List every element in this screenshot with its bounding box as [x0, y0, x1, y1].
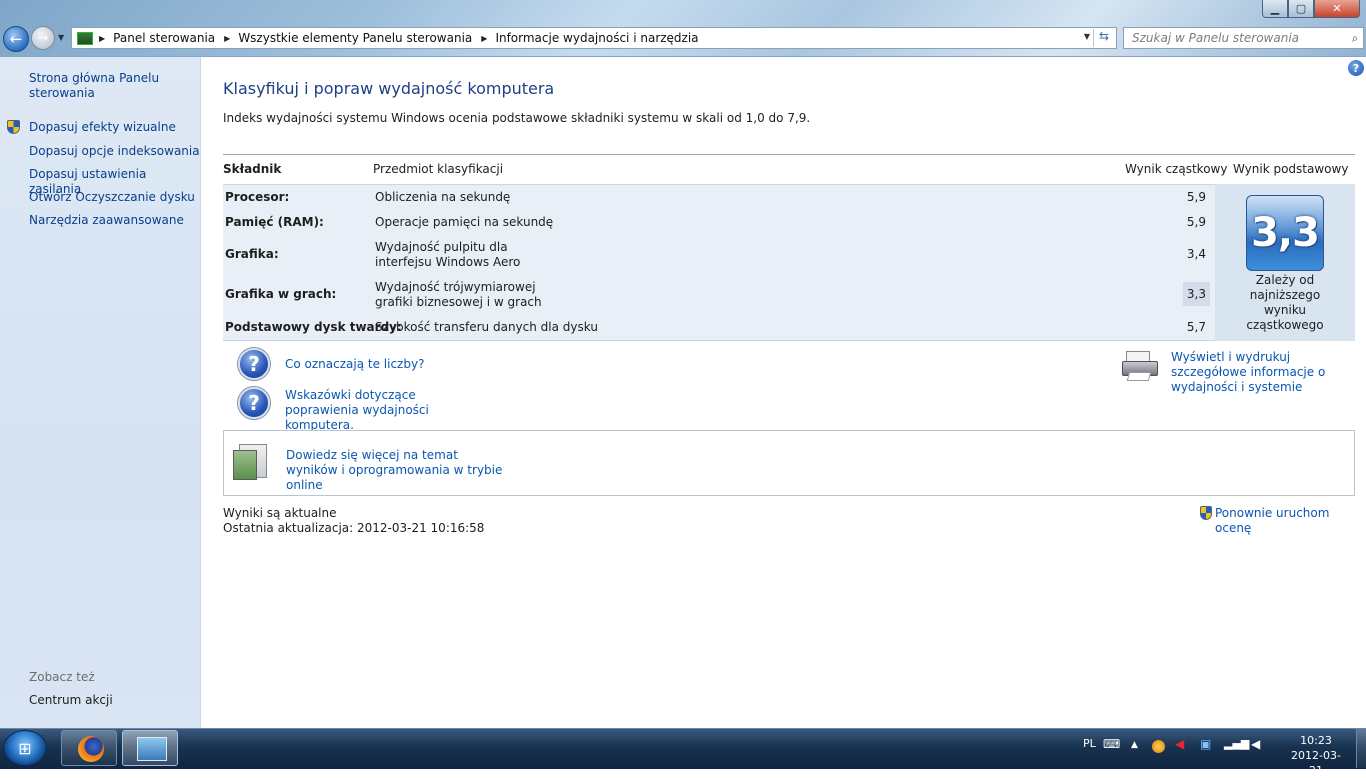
minimize-icon: ▁ [1270, 2, 1280, 15]
breadcrumb-item[interactable]: Wszystkie elementy Panelu sterowania [238, 31, 472, 45]
column-header-base: Wynik podstawowy [1233, 162, 1349, 176]
table-row-label: Grafika: [225, 247, 279, 261]
sidebar-item-advanced-tools[interactable]: Narzędzia zaawansowane [29, 213, 184, 228]
column-header-component: Składnik [223, 162, 282, 176]
help-question-icon: ? [238, 387, 270, 419]
table-row-subject: Wydajność trójwymiarowej grafiki bizneso… [375, 280, 542, 309]
table-row-subject: Szybkość transferu danych dla dysku [375, 320, 598, 334]
help-question-icon: ? [238, 348, 270, 380]
table-row-score: 5,7 [1186, 320, 1206, 334]
volume-icon[interactable]: ◀ [1251, 737, 1260, 751]
chevron-right-icon[interactable]: ▶ [224, 34, 230, 43]
back-arrow-icon: ← [9, 30, 23, 48]
status-current: Wyniki są aktualne [223, 506, 337, 520]
status-last-update: Ostatnia aktualizacja: 2012-03-21 10:16:… [223, 521, 485, 535]
chevron-right-icon[interactable]: ▶ [481, 34, 487, 43]
rerun-assessment-link[interactable]: Ponownie uruchom ocenę [1215, 506, 1366, 536]
back-button[interactable]: ← [3, 26, 29, 52]
window-controls: ▁ ▢ ✕ [1262, 0, 1360, 18]
table-row-label: Pamięć (RAM): [225, 215, 324, 229]
table-row-label: Procesor: [225, 190, 290, 204]
show-hidden-icons-icon[interactable]: ▲ [1131, 740, 1138, 750]
keyboard-icon[interactable]: ⌨ [1103, 737, 1120, 751]
help-icon[interactable]: ? [1348, 60, 1364, 76]
minimize-button[interactable]: ▁ [1262, 0, 1288, 18]
print-details-link[interactable]: Wyświetl i wydrukuj szczegółowe informac… [1171, 350, 1361, 395]
base-score-caption: Zależy od najniższego wyniku cząstkowego [1246, 273, 1324, 332]
table-row-label: Grafika w grach: [225, 287, 337, 301]
close-icon: ✕ [1332, 2, 1342, 15]
signal-bars-icon[interactable]: ▂▄▆ [1224, 737, 1249, 750]
breadcrumb: ▶ Panel sterowania ▶ Wszystkie elementy … [99, 31, 708, 45]
recent-pages-dropdown[interactable]: ▼ [58, 33, 64, 42]
table-row-subject: Obliczenia na sekundę [375, 190, 511, 204]
sidebar-item-visual-effects[interactable]: Dopasuj efekty wizualne [29, 120, 176, 135]
show-desktop-button[interactable] [1356, 729, 1366, 768]
clock-date: 2012-03-21 [1291, 749, 1341, 777]
start-button[interactable]: ⊞ [3, 730, 47, 766]
address-dropdown-icon[interactable]: ▼ [1084, 32, 1090, 41]
software-box-icon [233, 444, 267, 480]
breadcrumb-item[interactable]: Informacje wydajności i narzędzia [495, 31, 698, 45]
column-header-subject: Przedmiot klasyfikacji [373, 162, 504, 176]
firefox-icon [78, 736, 104, 762]
what-numbers-link[interactable]: Co oznaczają te liczby? [285, 357, 424, 372]
column-header-subscore: Wynik cząstkowy [1125, 162, 1228, 176]
sidebar-item-indexing[interactable]: Dopasuj opcje indeksowania [29, 144, 200, 159]
maximize-button[interactable]: ▢ [1288, 0, 1314, 18]
page-title: Klasyfikuj i popraw wydajność komputera [223, 79, 555, 98]
network-adapter-icon[interactable]: ▣ [1200, 737, 1211, 751]
table-divider [223, 154, 1355, 155]
windows-logo-icon: ⊞ [18, 738, 32, 758]
taskbar-control-panel[interactable] [122, 730, 178, 766]
uac-shield-icon [7, 120, 20, 134]
uac-shield-icon [1200, 506, 1212, 520]
clock[interactable]: 10:23 2012-03-21 [1286, 733, 1346, 778]
forward-button[interactable]: → [31, 26, 55, 50]
printer-icon [1122, 351, 1158, 381]
search-input[interactable]: Szukaj w Panelu sterowania ⌕ [1123, 27, 1364, 49]
close-button[interactable]: ✕ [1314, 0, 1360, 18]
chevron-right-icon[interactable]: ▶ [99, 34, 105, 43]
language-indicator[interactable]: PL [1083, 737, 1096, 750]
search-icon[interactable]: ⌕ [1347, 31, 1363, 46]
maximize-icon: ▢ [1295, 2, 1307, 15]
control-panel-icon [77, 31, 93, 45]
taskbar-firefox[interactable] [61, 730, 117, 766]
table-row-subject: Wydajność pulpitu dla interfejsu Windows… [375, 240, 521, 269]
tips-link[interactable]: Wskazówki dotyczące poprawienia wydajnoś… [285, 388, 485, 433]
table-row-score: 3,4 [1186, 247, 1206, 261]
clock-time: 10:23 [1300, 734, 1332, 747]
table-row-score-lowest: 3,3 [1182, 282, 1210, 306]
sidebar-item-disk-cleanup[interactable]: Otwórz Oczyszczanie dysku [29, 190, 195, 205]
speaker-muted-icon[interactable]: ◀ [1175, 737, 1184, 751]
search-placeholder: Szukaj w Panelu sterowania [1132, 31, 1300, 45]
sidebar-item-action-center[interactable]: Centrum akcji [29, 693, 113, 708]
table-row-score: 5,9 [1186, 215, 1206, 229]
breadcrumb-item[interactable]: Panel sterowania [113, 31, 215, 45]
refresh-icon[interactable]: ⇆ [1093, 29, 1114, 47]
tray-app-icon[interactable] [1152, 740, 1165, 753]
address-bar[interactable]: ▶ Panel sterowania ▶ Wszystkie elementy … [71, 27, 1117, 49]
forward-arrow-icon: → [37, 30, 49, 46]
learn-more-online-link[interactable]: Dowiedz się więcej na temat wyników i op… [286, 448, 506, 493]
table-row-score: 5,9 [1186, 190, 1206, 204]
base-score-badge: 3,3 [1246, 195, 1324, 271]
sidebar: Strona główna Panelu sterowania Dopasuj … [0, 57, 201, 728]
sidebar-home-link[interactable]: Strona główna Panelu sterowania [29, 71, 189, 101]
control-panel-icon [137, 737, 167, 761]
intro-text: Indeks wydajności systemu Windows ocenia… [223, 111, 811, 125]
see-also-heading: Zobacz też [29, 670, 95, 684]
table-row-subject: Operacje pamięci na sekundę [375, 215, 554, 229]
